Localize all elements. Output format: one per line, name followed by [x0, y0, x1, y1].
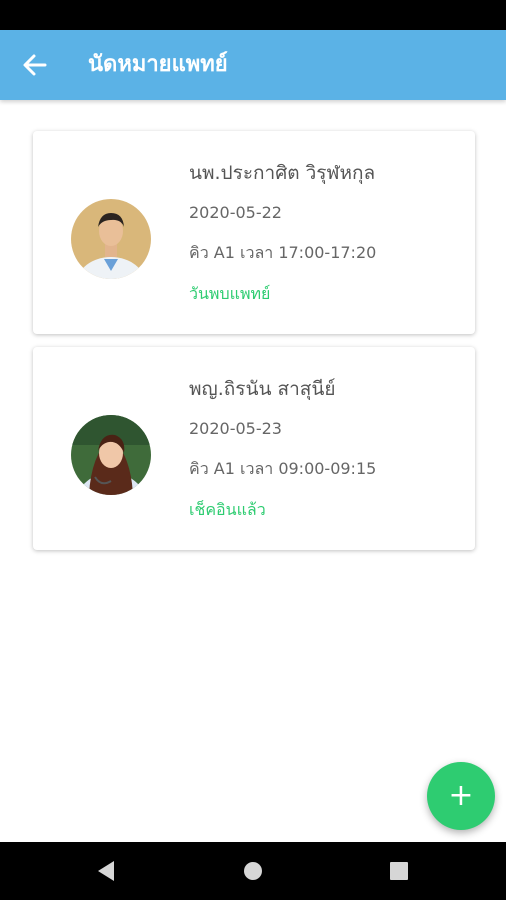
app-bar: นัดหมายแพทย์	[0, 30, 506, 100]
appointment-queue-time: คิว A1 เวลา 17:00-17:20	[189, 243, 377, 262]
doctor-name: พญ.ถิรนัน สาสุนีย์	[189, 378, 336, 400]
page-title: นัดหมายแพทย์	[88, 52, 228, 77]
appointment-card[interactable]: พญ.ถิรนัน สาสุนีย์ 2020-05-23 คิว A1 เวล…	[33, 347, 475, 550]
circle-home-icon	[244, 862, 262, 880]
doctor-name: นพ.ประกาศิต วิรุฬหกุล	[189, 162, 376, 184]
nav-back-button[interactable]	[76, 842, 136, 900]
triangle-back-icon	[98, 861, 114, 881]
appointment-card[interactable]: นพ.ประกาศิต วิรุฬหกุล 2020-05-22 คิว A1 …	[33, 131, 475, 334]
appointment-status: เช็คอินแล้ว	[189, 500, 266, 519]
status-bar	[0, 0, 506, 30]
plus-icon: +	[448, 778, 474, 813]
appointment-queue-time: คิว A1 เวลา 09:00-09:15	[189, 459, 377, 478]
appointment-status: วันพบแพทย์	[189, 284, 271, 303]
nav-recents-button[interactable]	[369, 842, 429, 900]
square-recents-icon	[390, 862, 408, 880]
appointment-date: 2020-05-22	[189, 203, 282, 222]
appointment-date: 2020-05-23	[189, 419, 282, 438]
arrow-left-icon	[23, 54, 47, 76]
add-appointment-button[interactable]: +	[427, 762, 495, 830]
doctor-avatar	[71, 415, 151, 495]
doctor-avatar	[71, 199, 151, 279]
system-navigation-bar	[0, 842, 506, 900]
nav-home-button[interactable]	[223, 842, 283, 900]
back-button[interactable]	[18, 48, 52, 82]
